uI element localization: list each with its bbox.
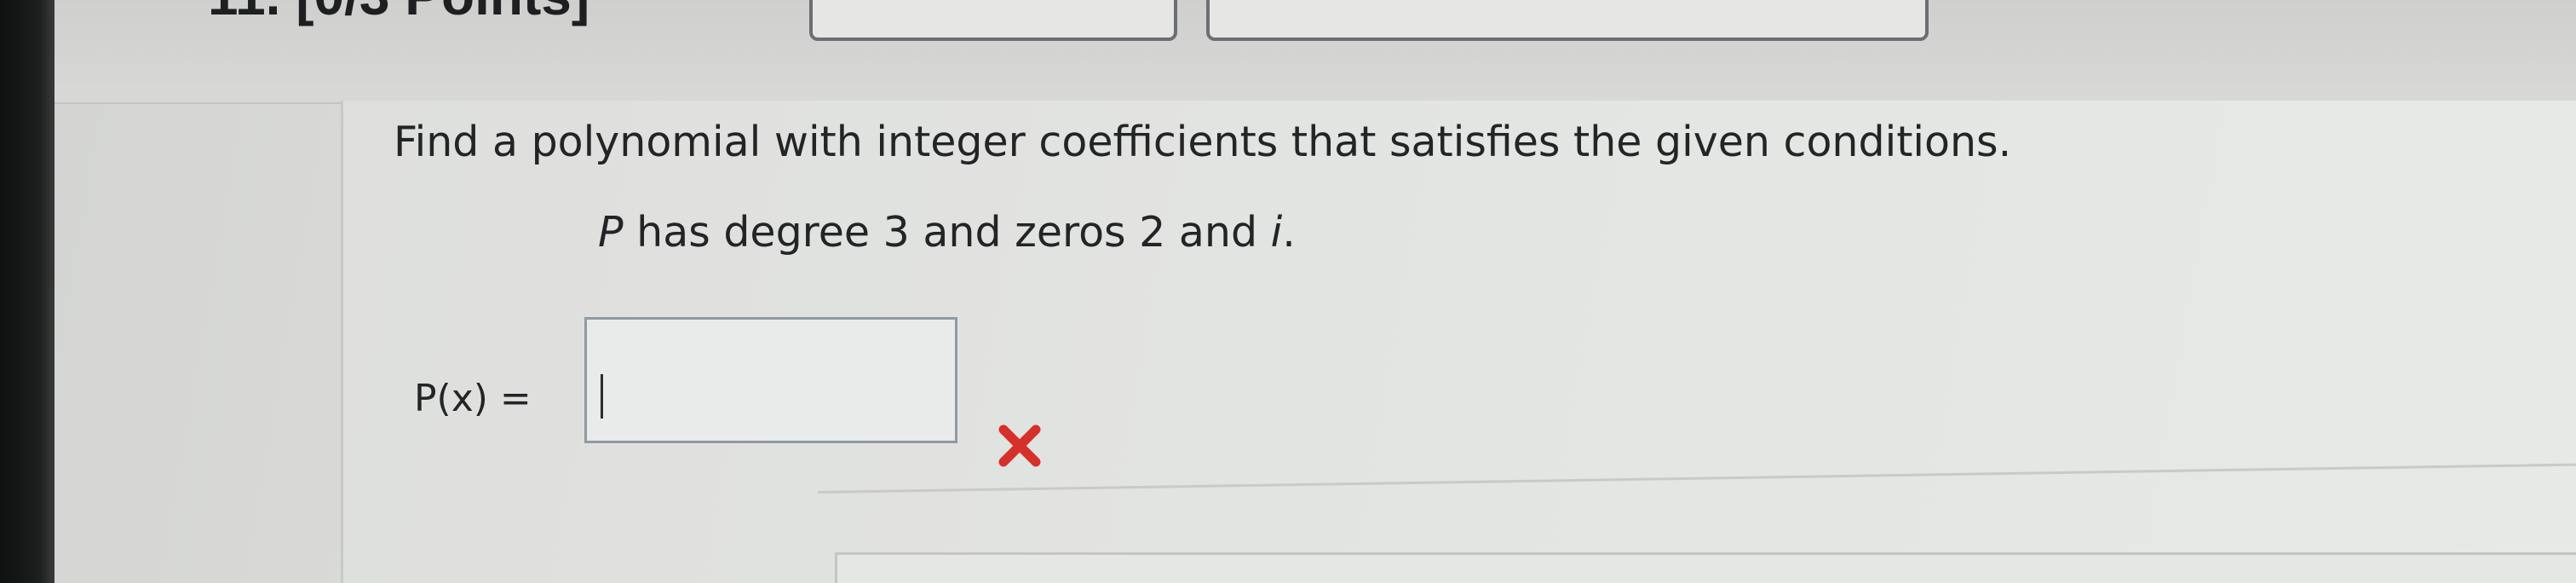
condition-text: has degree 3 and zeros 2 and: [623, 208, 1271, 257]
question-header: 11. [0/3 Points]: [55, 0, 2576, 104]
x-mark-icon: [998, 424, 1041, 467]
text-caret: [601, 374, 603, 418]
header-button-left[interactable]: [809, 0, 1177, 41]
screen: 11. [0/3 Points] Find a polynomial with …: [0, 0, 2576, 583]
monitor-bezel: [0, 0, 55, 583]
answer-label: P(x) =: [414, 377, 532, 420]
next-question-panel: [835, 552, 2576, 583]
question-condition: P has degree 3 and zeros 2 and i.: [598, 208, 1296, 257]
answer-input[interactable]: [584, 317, 957, 443]
imaginary-unit: i: [1270, 208, 1283, 257]
question-prompt: Find a polynomial with integer coefficie…: [394, 118, 2012, 166]
condition-end: .: [1282, 208, 1296, 257]
polynomial-variable: P: [598, 208, 624, 257]
header-button-right[interactable]: [1206, 0, 1929, 41]
question-number: 11. [0/3 Points]: [208, 0, 589, 27]
